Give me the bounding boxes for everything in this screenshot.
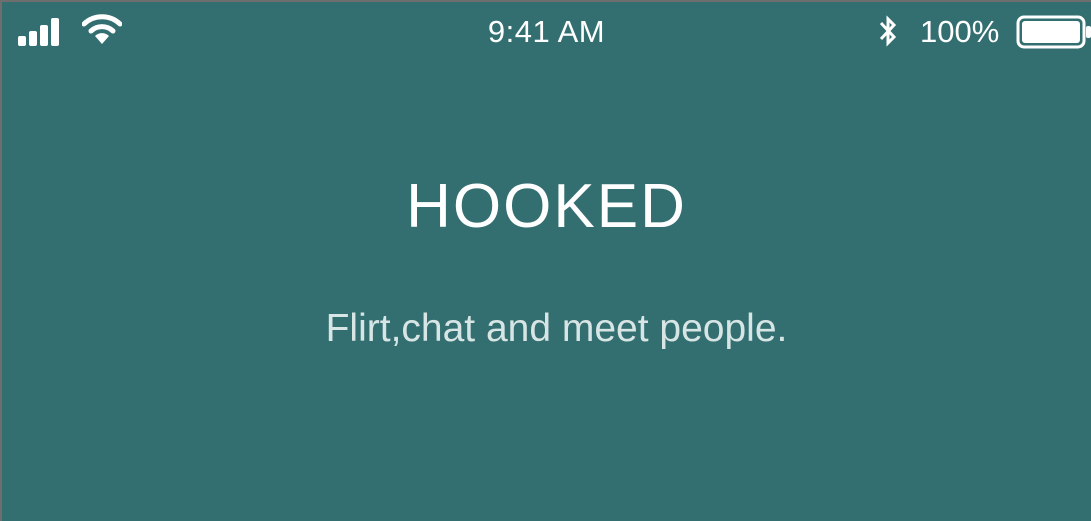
status-bar: 9:41 AM 100% [2, 2, 1091, 64]
app-tagline: Flirt,chat and meet people. [325, 307, 788, 350]
splash-screen: 9:41 AM 100% HOOKED Flirt,chat and meet … [0, 0, 1091, 521]
battery-full-icon [1016, 15, 1091, 49]
app-title: HOOKED [406, 172, 687, 241]
battery-percentage: 100% [920, 14, 1000, 49]
bluetooth-icon [879, 15, 897, 47]
